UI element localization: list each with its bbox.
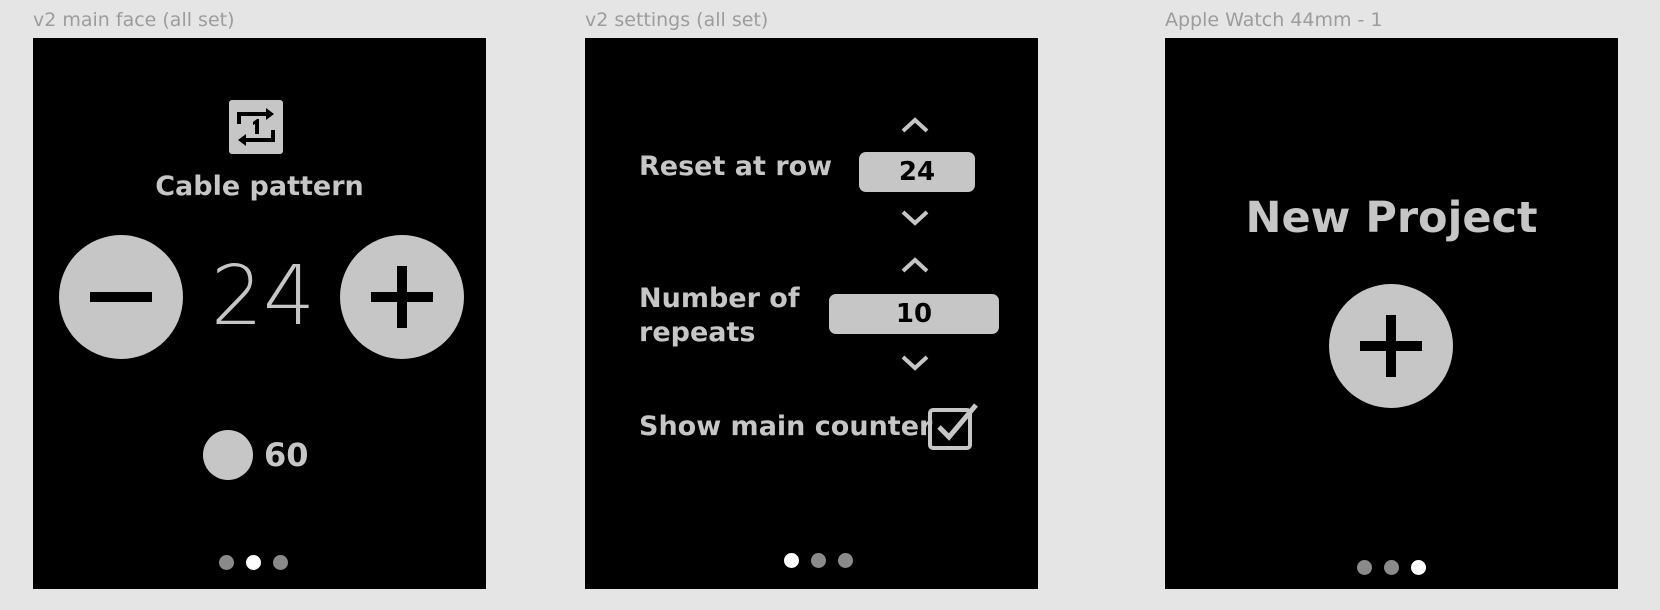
chevron-down-icon[interactable] bbox=[900, 354, 930, 372]
show-main-counter-label: Show main counter bbox=[639, 411, 933, 442]
decrement-button[interactable] bbox=[59, 235, 183, 359]
watch-screen-main-face: Cable pattern 24 60 bbox=[33, 38, 486, 589]
number-of-repeats-label: Number of repeats bbox=[639, 282, 800, 350]
page-dot[interactable] bbox=[811, 553, 826, 568]
repeats-input[interactable]: 10 bbox=[829, 294, 999, 334]
repeats-label-line1: Number of bbox=[639, 283, 800, 314]
chevron-down-icon[interactable] bbox=[900, 209, 930, 227]
watch-screen-settings: Reset at row 24 Number of repeats 10 Sho… bbox=[585, 38, 1038, 589]
increment-button[interactable] bbox=[340, 235, 464, 359]
page-dot[interactable] bbox=[1384, 560, 1399, 575]
page-dot[interactable] bbox=[219, 555, 234, 570]
row-counter-value: 24 bbox=[210, 249, 316, 344]
repeat-one-icon[interactable] bbox=[229, 100, 283, 154]
watch-screen-new-project: New Project bbox=[1165, 38, 1618, 589]
main-counter-value: 60 bbox=[264, 436, 309, 474]
new-project-title: New Project bbox=[1245, 193, 1538, 243]
reset-at-row-label: Reset at row bbox=[639, 151, 833, 182]
main-counter-indicator[interactable] bbox=[203, 430, 253, 480]
frame-label-new-project: Apple Watch 44mm - 1 bbox=[1165, 9, 1383, 31]
show-main-counter-checkbox[interactable] bbox=[928, 403, 978, 451]
page-dot-active[interactable] bbox=[784, 553, 799, 568]
page-indicator bbox=[219, 555, 288, 570]
page-indicator bbox=[784, 553, 853, 568]
chevron-up-icon[interactable] bbox=[900, 256, 930, 274]
page-dot[interactable] bbox=[1357, 560, 1372, 575]
frame-label-settings: v2 settings (all set) bbox=[585, 9, 769, 31]
page-dot[interactable] bbox=[838, 553, 853, 568]
plus-icon bbox=[1360, 315, 1422, 377]
page-dot-active[interactable] bbox=[1411, 560, 1426, 575]
repeats-label-line2: repeats bbox=[639, 317, 756, 348]
reset-row-input[interactable]: 24 bbox=[859, 152, 975, 192]
plus-icon bbox=[371, 266, 433, 328]
chevron-up-icon[interactable] bbox=[900, 116, 930, 134]
pattern-title: Cable pattern bbox=[155, 171, 364, 202]
page-dot[interactable] bbox=[273, 555, 288, 570]
add-project-button[interactable] bbox=[1329, 284, 1453, 408]
minus-icon bbox=[90, 292, 152, 302]
frame-label-main-face: v2 main face (all set) bbox=[33, 9, 235, 31]
page-indicator bbox=[1357, 560, 1426, 575]
page-dot-active[interactable] bbox=[246, 555, 261, 570]
